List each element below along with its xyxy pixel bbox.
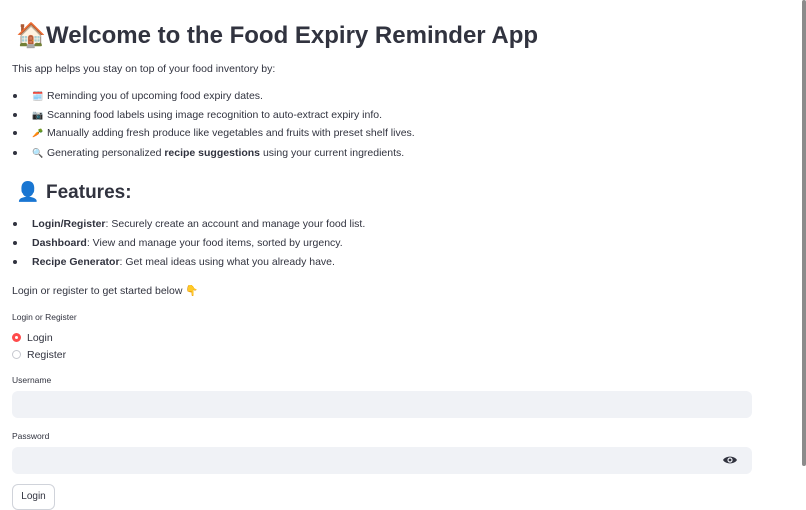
page-title: 🏠Welcome to the Food Expiry Reminder App <box>16 18 538 54</box>
radio-unselected-icon <box>12 350 21 359</box>
auth-mode-label: Login or Register <box>12 312 77 322</box>
password-label: Password <box>12 431 50 441</box>
camera-icon: 📷 <box>32 110 44 120</box>
carrot-icon: 🥕 <box>32 128 44 138</box>
calendar-icon: 🗓️ <box>32 91 44 101</box>
radio-login[interactable]: Login <box>12 330 53 345</box>
list-item: 🥕 Manually adding fresh produce like vege… <box>12 126 415 140</box>
pointing-down-icon: 👇 <box>185 285 199 297</box>
prompt-text: Login or register to get started below 👇 <box>12 285 199 297</box>
list-item: 🗓️ Reminding you of upcoming food expiry … <box>12 89 415 103</box>
intro-text: This app helps you stay on top of your f… <box>12 63 276 75</box>
user-icon: 👤 <box>16 182 40 203</box>
radio-selected-icon <box>12 333 21 342</box>
list-item: 🔍 Generating personalized recipe suggesti… <box>12 146 415 160</box>
page-title-text: Welcome to the Food Expiry Reminder App <box>46 22 539 49</box>
eye-icon[interactable] <box>722 453 738 467</box>
page-scrollbar[interactable] <box>802 0 806 466</box>
house-icon: 🏠 <box>16 22 46 49</box>
username-input[interactable] <box>12 391 752 418</box>
intro-bullet-list: 🗓️ Reminding you of upcoming food expiry … <box>12 89 415 160</box>
login-button[interactable]: Login <box>12 484 55 510</box>
radio-label: Register <box>27 348 67 361</box>
radio-register[interactable]: Register <box>12 347 66 362</box>
list-item: Recipe Generator: Get meal ideas using w… <box>12 255 365 269</box>
magnifier-icon: 🔍 <box>32 148 44 158</box>
features-list: Login/Register: Securely create an accou… <box>12 217 365 269</box>
password-input[interactable] <box>12 447 752 474</box>
list-item: 📷 Scanning food labels using image recogn… <box>12 108 415 122</box>
list-item: Dashboard: View and manage your food ite… <box>12 236 365 250</box>
username-label: Username <box>12 375 52 385</box>
features-heading: 👤 Features: <box>16 182 132 203</box>
list-item: Login/Register: Securely create an accou… <box>12 217 365 231</box>
radio-label: Login <box>27 331 53 344</box>
